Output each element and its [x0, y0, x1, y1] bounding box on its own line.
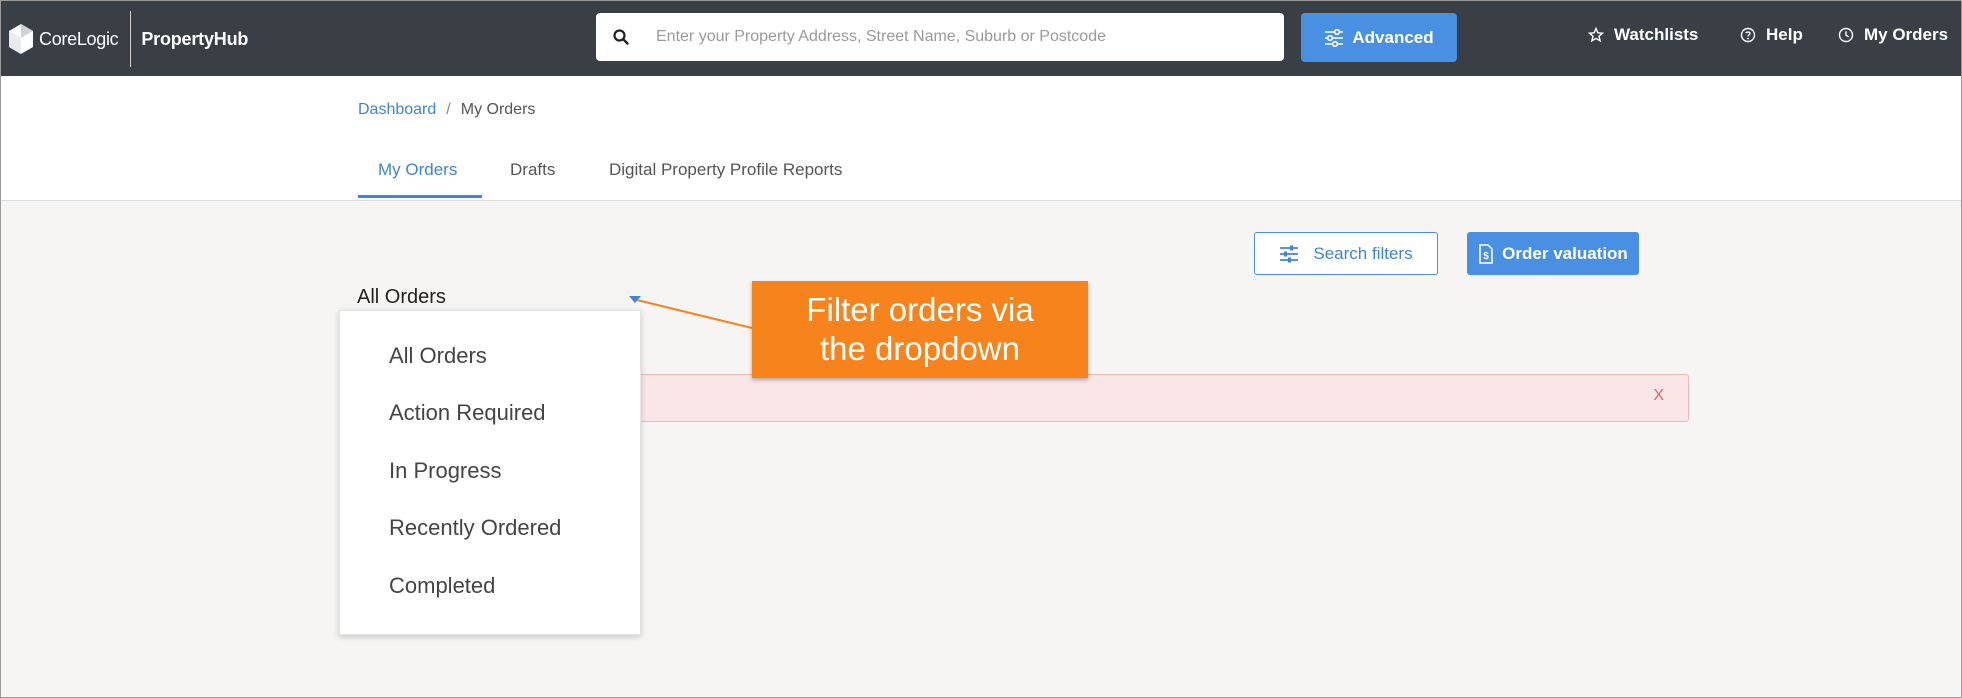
callout-line-1: Filter orders via — [806, 291, 1034, 328]
callout-line-2: the dropdown — [820, 330, 1020, 367]
callout-annotation: Filter orders via the dropdown — [752, 281, 1088, 378]
